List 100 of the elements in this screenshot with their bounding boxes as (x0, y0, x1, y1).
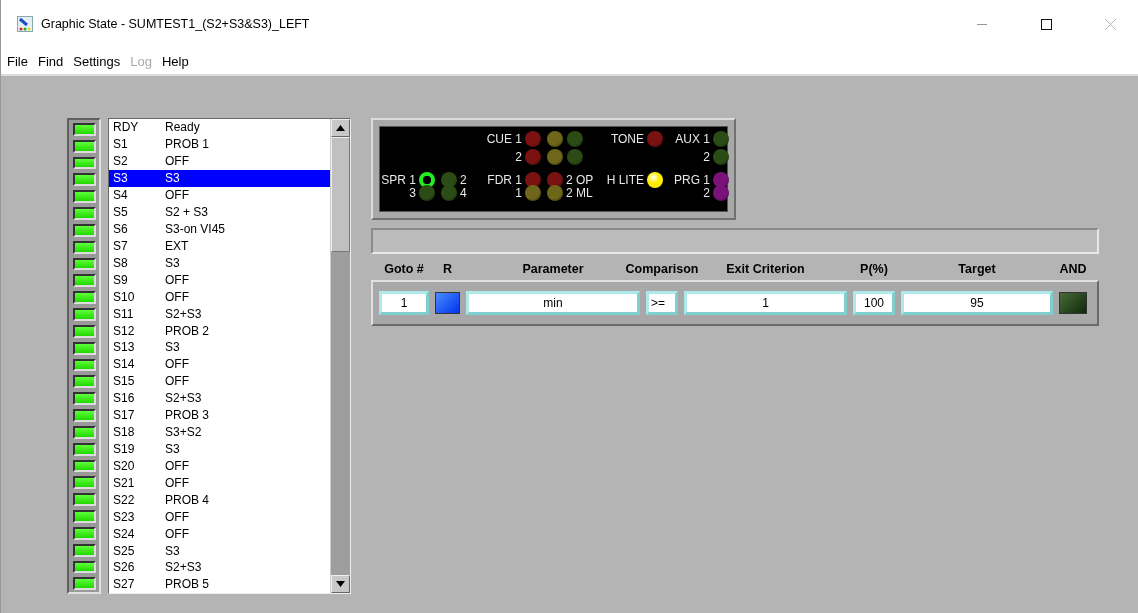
state-code: S2 (112, 154, 129, 169)
state-name: S2+S3 (165, 306, 202, 321)
list-row[interactable]: S20 OFF (109, 457, 330, 475)
indicator-label: 2 (703, 185, 710, 201)
state-name: OFF (165, 289, 189, 304)
scroll-down-button[interactable] (331, 575, 350, 593)
scroll-up-button[interactable] (331, 119, 350, 137)
state-name: PROB 4 (165, 492, 209, 507)
probability-field[interactable]: 100 (853, 291, 895, 315)
state-name: S3 (165, 171, 180, 186)
list-row[interactable]: S1 PROB 1 (109, 135, 330, 153)
list-row[interactable]: S5 S2 + S3 (109, 203, 330, 221)
column-header: Parameter (522, 262, 584, 276)
state-code: S26 (112, 560, 136, 575)
column-header: AND (1059, 262, 1087, 276)
goto-field[interactable]: 1 (379, 291, 429, 315)
column-header: Target (958, 262, 996, 276)
state-name: OFF (165, 357, 189, 372)
menu-item[interactable]: File (3, 53, 34, 69)
state-name: OFF (165, 458, 189, 473)
target-field[interactable]: 95 (901, 291, 1053, 315)
scrollbar[interactable] (330, 119, 350, 593)
state-code: S5 (112, 205, 129, 220)
state-code: S13 (112, 340, 136, 355)
list-row[interactable]: S19 S3 (109, 440, 330, 458)
state-code: S4 (112, 188, 129, 203)
indicator-label: 2 ML (566, 185, 593, 201)
indicator-label: 2 (460, 171, 467, 188)
list-row[interactable]: S21 OFF (109, 474, 330, 492)
list-row[interactable]: S11 S2+S3 (109, 305, 330, 323)
column-header: Comparison (625, 262, 699, 276)
indicator-label: FDR 1 (487, 171, 522, 188)
state-code: S22 (112, 492, 136, 507)
state-name: S2+S3 (165, 560, 202, 575)
list-row[interactable]: S27 PROB 5 (109, 575, 330, 593)
state-code: S14 (112, 357, 136, 372)
state-name: PROB 5 (165, 577, 209, 592)
list-row[interactable]: S25 S3 (109, 542, 330, 559)
list-row[interactable]: S13 S3 (109, 339, 330, 356)
state-name: S2 + S3 (165, 205, 209, 220)
menu-item[interactable]: Settings (69, 53, 127, 69)
state-name: S3 (165, 255, 180, 270)
comparison-field[interactable]: >= (646, 291, 678, 315)
list-row[interactable]: S4 OFF (109, 186, 330, 204)
indicator-label: 2 OP (566, 171, 594, 188)
and-toggle[interactable] (1059, 292, 1087, 314)
list-row[interactable]: S3 S3 (109, 169, 330, 187)
down-triangle-icon (336, 581, 345, 587)
list-row[interactable]: RDY Ready (109, 119, 330, 136)
indicator-label: SPR 1 (381, 171, 416, 188)
list-row[interactable]: S7 EXT (109, 237, 330, 255)
state-name: OFF (165, 475, 189, 490)
state-code: S23 (112, 509, 136, 524)
indicator-label: H LITE (606, 171, 644, 188)
parameter-field[interactable]: min (466, 291, 640, 315)
list-row[interactable]: S10 OFF (109, 288, 330, 306)
state-code: S16 (112, 391, 136, 406)
list-row[interactable]: S9 OFF (109, 271, 330, 289)
state-name: OFF (165, 374, 189, 389)
state-code: S15 (112, 374, 136, 389)
state-code: S19 (112, 441, 136, 456)
indicator-label: AUX 1 (675, 131, 710, 147)
list-row[interactable]: S16 S2+S3 (109, 389, 330, 407)
state-name: PROB 3 (165, 408, 209, 423)
list-row[interactable]: S22 PROB 4 (109, 491, 330, 509)
list-row[interactable]: S8 S3 (109, 254, 330, 272)
list-row[interactable]: S17 PROB 3 (109, 406, 330, 424)
state-name: OFF (165, 188, 189, 203)
state-code: S27 (112, 577, 136, 592)
state-code: S25 (112, 543, 136, 558)
state-name: OFF (165, 154, 189, 169)
list-row[interactable]: S12 PROB 2 (109, 322, 330, 339)
indicator-label: TONE (610, 131, 644, 147)
list-row[interactable]: S15 OFF (109, 372, 330, 390)
list-row[interactable]: S23 OFF (109, 508, 330, 526)
list-row[interactable]: S26 S2+S3 (109, 558, 330, 576)
menu-item[interactable]: Find (33, 53, 70, 69)
state-code: S1 (112, 137, 129, 152)
list-row[interactable]: S18 S3+S2 (109, 423, 330, 441)
list-row[interactable]: S2 OFF (109, 152, 330, 170)
app-icon (17, 16, 33, 32)
state-name: PROB 1 (165, 137, 209, 152)
list-row[interactable]: S24 OFF (109, 525, 330, 543)
indicator-label: 4 (460, 185, 467, 201)
state-name: OFF (165, 526, 189, 541)
indicator-label: 2 (703, 149, 710, 165)
list-row[interactable]: S14 OFF (109, 355, 330, 373)
state-name: OFF (165, 272, 189, 287)
column-header: R (443, 262, 452, 276)
state-code: RDY (112, 120, 140, 135)
r-toggle[interactable] (435, 292, 460, 314)
exit-criterion-field[interactable]: 1 (684, 291, 847, 315)
state-code: S7 (112, 238, 129, 253)
state-code: S18 (112, 425, 136, 440)
state-name: EXT (165, 238, 189, 253)
list-row[interactable]: S6 S3-on VI45 (109, 220, 330, 238)
maximize-icon (1040, 18, 1052, 30)
menu-item[interactable]: Help (157, 53, 195, 69)
indicator-label: 3 (409, 185, 416, 201)
scroll-thumb[interactable] (331, 137, 350, 252)
